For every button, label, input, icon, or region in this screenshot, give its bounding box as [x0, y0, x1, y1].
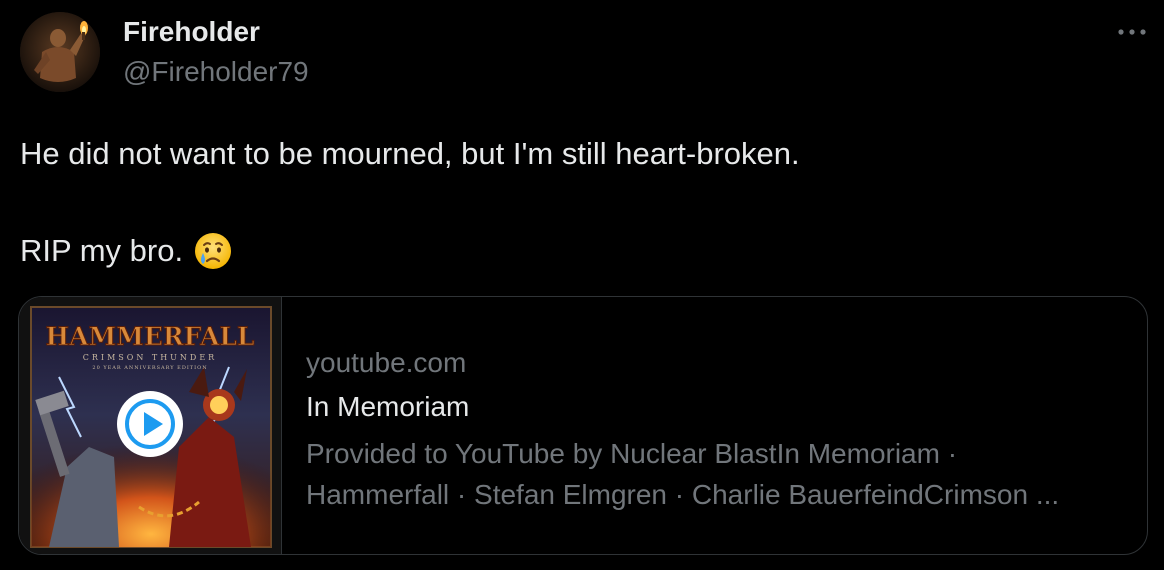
card-thumbnail[interactable]: HAMMERFALL CRIMSON THUNDER 20 YEAR ANNIV… — [19, 297, 282, 554]
tweet-text-line-1: He did not want to be mourned, but I'm s… — [20, 136, 800, 171]
card-title: In Memoriam — [306, 391, 470, 422]
card-description: Provided to YouTube by Nuclear BlastIn M… — [306, 433, 1126, 515]
play-icon — [117, 391, 183, 457]
play-button[interactable] — [115, 389, 185, 459]
more-options-button[interactable] — [1112, 18, 1152, 46]
card-domain: youtube.com — [306, 347, 467, 378]
tweet-text-line-2: RIP my bro. — [20, 231, 233, 271]
avatar-image — [20, 12, 100, 92]
crying-face-emoji-icon — [193, 231, 233, 271]
handle[interactable]: @Fireholder79 — [123, 56, 309, 88]
link-preview-card[interactable]: HAMMERFALL CRIMSON THUNDER 20 YEAR ANNIV… — [18, 296, 1148, 555]
card-description-line-1: Provided to YouTube by Nuclear BlastIn M… — [306, 438, 958, 469]
display-name[interactable]: Fireholder — [123, 16, 260, 48]
tweet: Fireholder @Fireholder79 He did not want… — [0, 0, 1164, 570]
more-dots-icon — [1118, 29, 1146, 35]
svg-text:20 YEAR ANNIVERSARY EDITION: 20 YEAR ANNIVERSARY EDITION — [92, 365, 207, 371]
band-logo-text: HAMMERFALL — [45, 322, 254, 351]
card-description-line-2: Hammerfall · Stefan Elmgren · Charlie Ba… — [306, 479, 1060, 510]
svg-text:CRIMSON THUNDER: CRIMSON THUNDER — [83, 353, 217, 362]
avatar[interactable] — [20, 12, 100, 92]
tweet-text-line-2-text: RIP my bro. — [20, 233, 184, 268]
